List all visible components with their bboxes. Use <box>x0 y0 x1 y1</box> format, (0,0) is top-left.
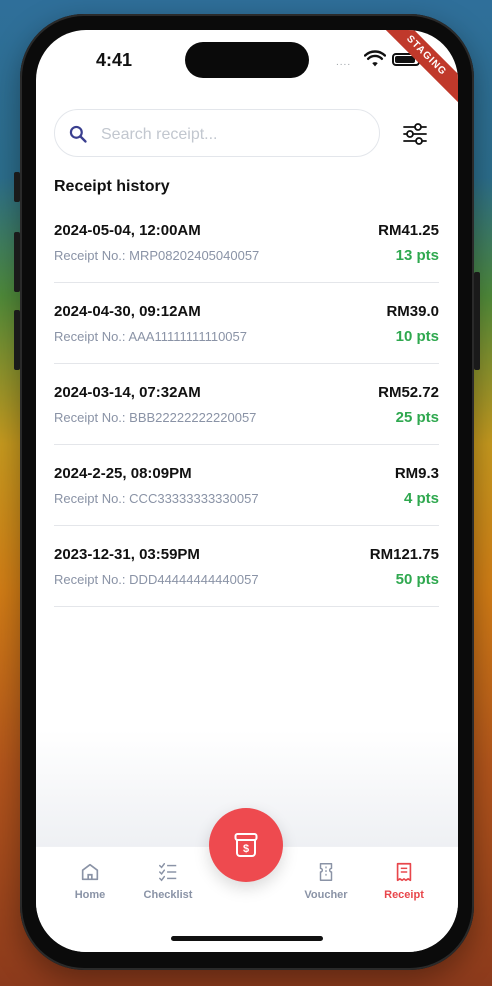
home-indicator <box>171 936 323 941</box>
receipt-date: 2024-2-25, 08:09PM <box>54 465 192 482</box>
receipt-number: Receipt No.: AAA11111111110057 <box>54 329 247 344</box>
receipt-points: 10 pts <box>395 328 439 345</box>
receipt-row[interactable]: 2024-2-25, 08:09PM Receipt No.: CCC33333… <box>54 445 439 526</box>
nav-label-home: Home <box>74 889 106 901</box>
volume-up-button <box>14 232 20 292</box>
app-screen: 4:41 .... STAGING Receipt history 2024-0… <box>36 30 458 952</box>
receipt-number-label: Receipt No.: <box>54 491 126 506</box>
home-icon <box>81 863 99 881</box>
staging-badge: STAGING <box>376 30 458 106</box>
nav-label-receipt: Receipt <box>384 889 424 901</box>
status-bar: 4:41 .... STAGING <box>36 30 458 106</box>
receipt-number-label: Receipt No.: <box>54 572 126 587</box>
nav-item-receipt[interactable]: Receipt <box>369 861 439 901</box>
receipt-date: 2024-04-30, 09:12AM <box>54 303 201 320</box>
receipt-number-value: AAA11111111110057 <box>128 329 248 344</box>
receipt-number: Receipt No.: DDD44444444440057 <box>54 572 259 587</box>
receipt-amount: RM41.25 <box>378 222 439 239</box>
receipt-date: 2023-12-31, 03:59PM <box>54 546 200 563</box>
nav-item-voucher[interactable]: Voucher <box>291 861 361 901</box>
receipt-points: 13 pts <box>395 247 439 264</box>
receipt-amount: RM121.75 <box>369 546 439 563</box>
receipt-number: Receipt No.: BBB22222222220057 <box>54 410 256 425</box>
receipt-date: 2024-05-04, 12:00AM <box>54 222 201 239</box>
receipt-amount: RM9.3 <box>394 465 439 482</box>
signal-icon: .... <box>336 57 352 68</box>
receipt-number: Receipt No.: MRP08202405040057 <box>54 248 259 263</box>
nav-label-checklist: Checklist <box>143 889 193 901</box>
volume-down-button <box>14 310 20 370</box>
receipt-date: 2024-03-14, 07:32AM <box>54 384 201 401</box>
wifi-icon <box>364 50 386 67</box>
dynamic-island <box>185 42 309 78</box>
nav-item-checklist[interactable]: Checklist <box>133 861 203 901</box>
receipt-number-label: Receipt No.: <box>54 329 126 344</box>
receipt-number: Receipt No.: CCC33333333330057 <box>54 491 259 506</box>
search-icon <box>69 125 87 143</box>
receipt-row[interactable]: 2024-04-30, 09:12AM Receipt No.: AAA1111… <box>54 283 439 364</box>
receipt-number-label: Receipt No.: <box>54 410 126 425</box>
receipt-points: 4 pts <box>403 490 439 507</box>
svg-text:$: $ <box>243 843 249 855</box>
checklist-icon <box>159 863 177 882</box>
receipt-number-value: DDD44444444440057 <box>129 572 259 587</box>
receipt-number-value: CCC33333333330057 <box>129 491 259 506</box>
receipt-number-value: BBB22222222220057 <box>129 410 257 425</box>
receipt-list: 2024-05-04, 12:00AM Receipt No.: MRP0820… <box>54 202 439 607</box>
voucher-icon <box>319 863 333 881</box>
status-time: 4:41 <box>96 50 133 70</box>
receipt-icon <box>396 862 412 882</box>
section-title: Receipt history <box>54 178 170 195</box>
filter-sliders-icon[interactable] <box>400 119 430 149</box>
nav-label-voucher: Voucher <box>304 889 348 901</box>
receipt-row[interactable]: 2024-03-14, 07:32AM Receipt No.: BBB2222… <box>54 364 439 445</box>
receipt-row[interactable]: 2024-05-04, 12:00AM Receipt No.: MRP0820… <box>54 202 439 283</box>
receipt-points: 50 pts <box>395 571 439 588</box>
scan-receipt-fab-button[interactable]: $ <box>209 808 283 882</box>
mute-switch <box>14 172 20 202</box>
receipt-number-label: Receipt No.: <box>54 248 126 263</box>
power-button <box>474 272 480 370</box>
receipt-points: 25 pts <box>395 409 439 426</box>
cashier-box-icon: $ <box>234 833 258 857</box>
nav-item-home[interactable]: Home <box>55 861 125 901</box>
search-input[interactable] <box>99 120 373 150</box>
search-bar[interactable] <box>54 109 380 157</box>
receipt-row[interactable]: 2023-12-31, 03:59PM Receipt No.: DDD4444… <box>54 526 439 607</box>
receipt-number-value: MRP08202405040057 <box>129 248 260 263</box>
receipt-amount: RM52.72 <box>378 384 439 401</box>
receipt-amount: RM39.0 <box>386 303 439 320</box>
